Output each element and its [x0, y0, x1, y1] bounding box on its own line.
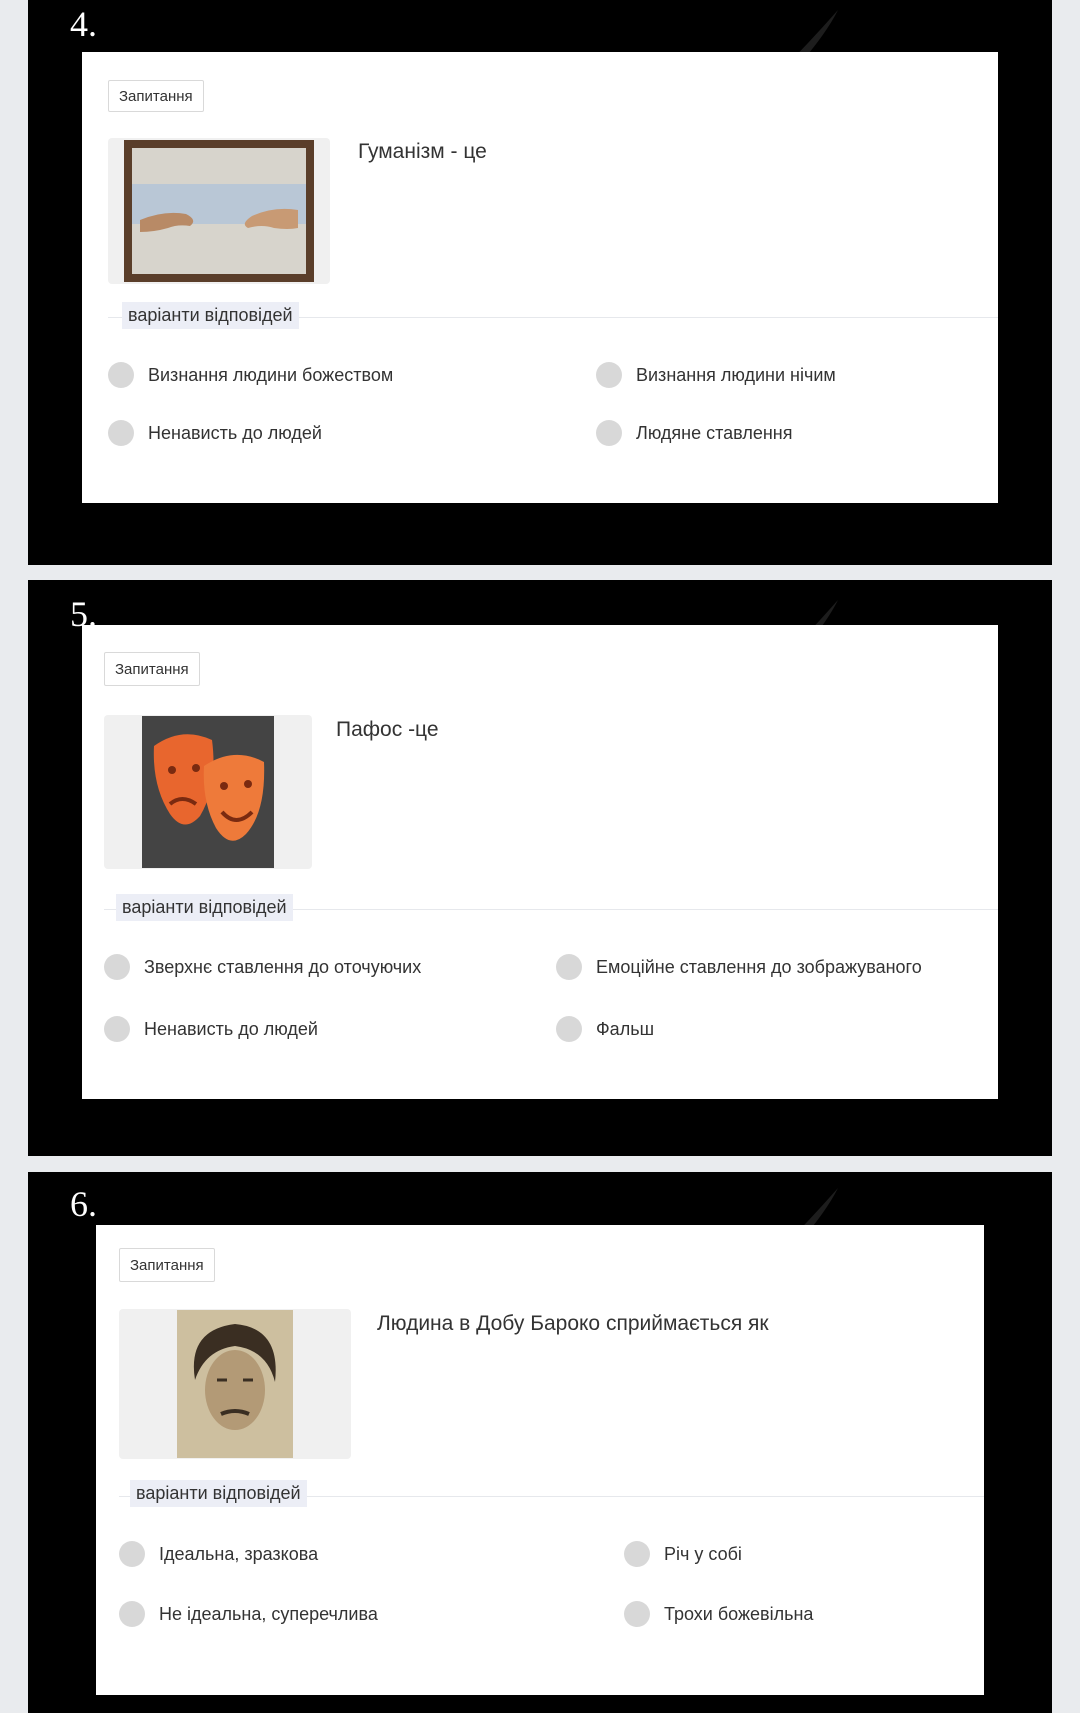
answer-option-label: Людяне ставлення — [636, 422, 793, 443]
radio-button[interactable] — [556, 954, 582, 980]
question-image — [108, 138, 330, 284]
radio-button[interactable] — [596, 362, 622, 388]
answer-option-label: Фальш — [596, 1018, 655, 1039]
answer-option[interactable]: Річ у собі — [624, 1541, 742, 1567]
question-text: Людина в Добу Бароко сприймається як — [377, 1312, 769, 1335]
answer-option[interactable]: Ненависть до людей — [104, 1016, 318, 1042]
radio-button[interactable] — [119, 1541, 145, 1567]
theatre-masks-image — [142, 716, 274, 868]
radio-button[interactable] — [108, 362, 134, 388]
question-card: Запитання Людина в Добу Бароко сприймаєт… — [96, 1225, 984, 1695]
answer-option[interactable]: Трохи божевільна — [624, 1601, 813, 1627]
answer-option[interactable]: Емоційне ставлення до зображуваного — [556, 954, 922, 980]
radio-button[interactable] — [624, 1601, 650, 1627]
answer-option[interactable]: Фальш — [556, 1016, 654, 1042]
answer-option-label: Визнання людини нічим — [636, 364, 836, 385]
slide-number: 4. — [70, 4, 97, 44]
answer-option[interactable]: Зверхнє ставлення до оточуючих — [104, 954, 421, 980]
question-text: Пафос -це — [336, 718, 439, 741]
radio-button[interactable] — [104, 954, 130, 980]
question-card: Запитання Гуманізм - це варіанти відпові… — [82, 52, 998, 503]
slide-question-4: 4. Запитання Гуманізм - це варіанти відп… — [28, 0, 1052, 565]
answer-option[interactable]: Людяне ставлення — [596, 420, 792, 446]
question-image — [119, 1309, 351, 1459]
slide-question-6: 6. Запитання Людина в Добу Бароко сприйм… — [28, 1172, 1052, 1713]
answer-option-label: Визнання людини божеством — [148, 364, 394, 385]
question-tag: Запитання — [119, 1248, 215, 1282]
answer-option-label: Емоційне ставлення до зображуваного — [596, 956, 922, 977]
answers-label: варіанти відповідей — [116, 894, 293, 921]
answer-option-label: Не ідеальна, суперечлива — [159, 1603, 378, 1624]
hands-painting-image — [124, 140, 314, 282]
question-tag: Запитання — [104, 652, 200, 686]
answer-option-label: Ненависть до людей — [148, 422, 322, 443]
answer-option-label: Зверхнє ставлення до оточуючих — [144, 956, 422, 977]
answers-label: варіанти відповідей — [130, 1480, 307, 1507]
answer-option[interactable]: Визнання людини нічим — [596, 362, 836, 388]
answer-option-label: Ідеальна, зразкова — [159, 1543, 319, 1564]
portrait-drawing-image — [177, 1310, 293, 1458]
answers-label: варіанти відповідей — [122, 302, 299, 329]
slide-number: 6. — [70, 1184, 97, 1224]
radio-button[interactable] — [119, 1601, 145, 1627]
answer-option[interactable]: Не ідеальна, суперечлива — [119, 1601, 378, 1627]
answer-option[interactable]: Ідеальна, зразкова — [119, 1541, 318, 1567]
answer-option[interactable]: Ненависть до людей — [108, 420, 322, 446]
answer-option-label: Ненависть до людей — [144, 1018, 318, 1039]
answer-option-label: Трохи божевільна — [664, 1603, 814, 1624]
answer-option-label: Річ у собі — [664, 1543, 742, 1564]
radio-button[interactable] — [624, 1541, 650, 1567]
question-image — [104, 715, 312, 869]
radio-button[interactable] — [556, 1016, 582, 1042]
slide-question-5: 5. Запитання Пафос -це варіанти відповід… — [28, 580, 1052, 1156]
answer-option[interactable]: Визнання людини божеством — [108, 362, 393, 388]
radio-button[interactable] — [104, 1016, 130, 1042]
radio-button[interactable] — [596, 420, 622, 446]
question-tag: Запитання — [108, 80, 204, 112]
radio-button[interactable] — [108, 420, 134, 446]
question-card: Запитання Пафос -це варіанти відповідей … — [82, 625, 998, 1099]
question-text: Гуманізм - це — [358, 140, 487, 163]
